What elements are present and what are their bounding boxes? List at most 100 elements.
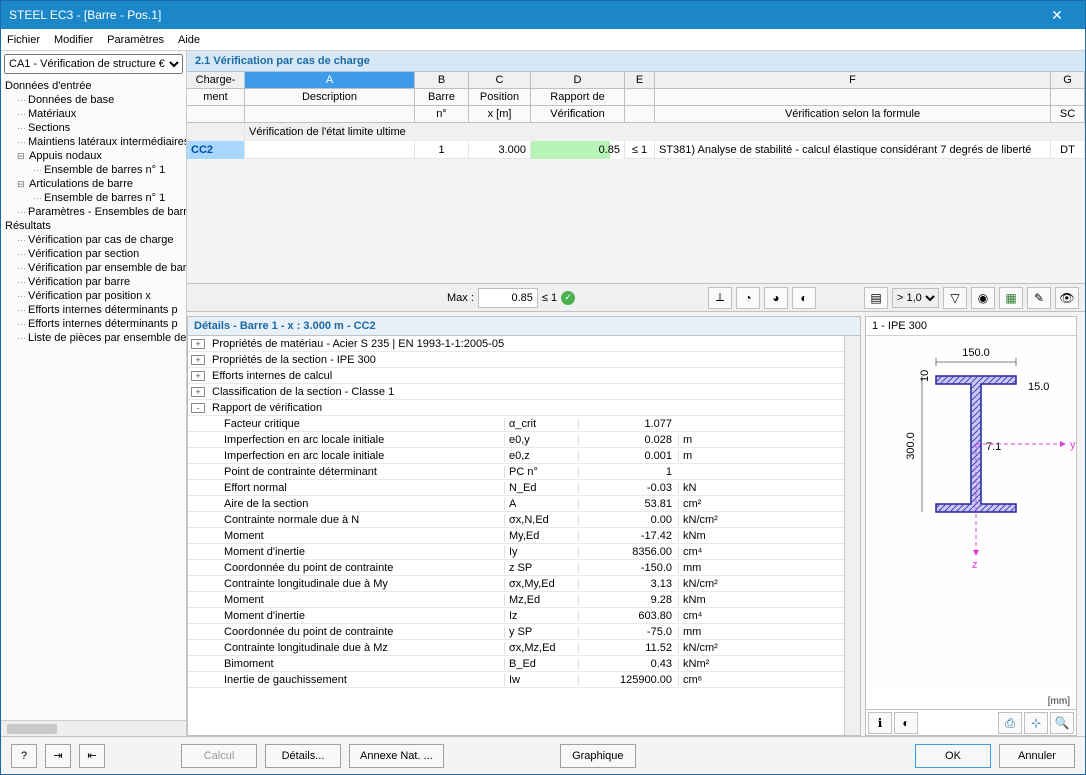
details-row[interactable]: Contrainte longitudinale due à Mzσx,Mz,E…: [188, 640, 844, 656]
details-row[interactable]: MomentMy,Ed-17.42kNm: [188, 528, 844, 544]
expand-icon[interactable]: +: [191, 387, 205, 397]
table-row[interactable]: CC2 1 3.000 0.85 ≤ 1 ST381) Analyse de s…: [187, 141, 1085, 159]
menu-modifier[interactable]: Modifier: [54, 34, 93, 46]
details-row[interactable]: Point de contrainte déterminantPC n°1: [188, 464, 844, 480]
details-body[interactable]: +Propriétés de matériau - Acier S 235 | …: [188, 336, 844, 735]
ok-button[interactable]: OK: [915, 744, 991, 768]
details-group[interactable]: -Rapport de vérification: [188, 400, 844, 416]
ratio-selector[interactable]: > 1,0: [892, 288, 939, 308]
tree-node[interactable]: Résultats: [5, 219, 182, 233]
details-row[interactable]: Contrainte normale due à Nσx,N,Ed0.00kN/…: [188, 512, 844, 528]
expand-icon[interactable]: +: [191, 371, 205, 381]
sidebar-scrollbar[interactable]: [1, 720, 186, 736]
io-out-icon[interactable]: ⇤: [79, 744, 105, 768]
details-row[interactable]: Moment d'inertieIy8356.00cm⁴: [188, 544, 844, 560]
axes-icon[interactable]: ⊹: [1024, 712, 1048, 734]
export-excel-icon[interactable]: ▦: [999, 287, 1023, 309]
tree-node[interactable]: Données de base: [5, 93, 182, 107]
graphique-button[interactable]: Graphique: [560, 744, 636, 768]
info-icon[interactable]: ℹ: [868, 712, 892, 734]
details-button[interactable]: Détails...: [265, 744, 341, 768]
details-group[interactable]: +Propriétés de matériau - Acier S 235 | …: [188, 336, 844, 352]
case-selector[interactable]: CA1 - Vérification de structure €: [4, 54, 183, 74]
details-row[interactable]: Imperfection en arc locale initialee0,z0…: [188, 448, 844, 464]
tree-node[interactable]: Efforts internes déterminants p: [5, 317, 182, 331]
col-b[interactable]: B: [415, 72, 469, 88]
menu-fichier[interactable]: Fichier: [7, 34, 40, 46]
tree-node[interactable]: Vérification par cas de charge: [5, 233, 182, 247]
col-d[interactable]: D: [531, 72, 625, 88]
col-chargement[interactable]: Charge-: [187, 72, 245, 88]
tree-node[interactable]: Ensemble de barres n° 1: [5, 163, 182, 177]
details-row[interactable]: Facteur critiqueα_crit1.077: [188, 416, 844, 432]
details-row[interactable]: Aire de la sectionA53.81cm²: [188, 496, 844, 512]
tool-icon-2[interactable]: ✎: [1027, 287, 1051, 309]
details-row[interactable]: BimomentB_Ed0.43kNm²: [188, 656, 844, 672]
help-icon[interactable]: ?: [11, 744, 37, 768]
check-ok-icon: ✓: [561, 291, 575, 305]
details-group[interactable]: +Efforts internes de calcul: [188, 368, 844, 384]
svg-text:300.0: 300.0: [905, 432, 917, 460]
calcul-button[interactable]: Calcul: [181, 744, 257, 768]
preview-title: 1 - IPE 300: [866, 317, 1076, 336]
tree-node[interactable]: Paramètres - Ensembles de barres: [5, 205, 182, 219]
tree-node[interactable]: Données d'entrée: [5, 79, 182, 93]
io-in-icon[interactable]: ⇥: [45, 744, 71, 768]
tree-node[interactable]: Efforts internes déterminants p: [5, 303, 182, 317]
filter-icon-1[interactable]: ⟂: [708, 287, 732, 309]
filter-icon-4[interactable]: ◐: [792, 287, 816, 309]
details-row[interactable]: Effort normalN_Ed-0.03kN: [188, 480, 844, 496]
tree-node[interactable]: Liste de pièces par ensemble de: [5, 331, 182, 345]
filter-icon-2[interactable]: ◔: [736, 287, 760, 309]
details-row[interactable]: Inertie de gauchissementIw125900.00cm⁶: [188, 672, 844, 688]
details-group[interactable]: +Propriétés de la section - IPE 300: [188, 352, 844, 368]
tool-icon-1[interactable]: ◉: [971, 287, 995, 309]
details-group[interactable]: +Classification de la section - Classe 1: [188, 384, 844, 400]
details-row[interactable]: Coordonnée du point de contraintez SP-15…: [188, 560, 844, 576]
blob-icon[interactable]: ◐: [894, 712, 918, 734]
tree-node[interactable]: Maintiens latéraux intermédiaires: [5, 135, 182, 149]
filter-funnel-icon[interactable]: ▽: [943, 287, 967, 309]
tree-node[interactable]: Articulations de barre: [5, 177, 182, 191]
col-f[interactable]: F: [655, 72, 1051, 88]
close-icon[interactable]: ✕: [1037, 7, 1077, 24]
details-row[interactable]: MomentMz,Ed9.28kNm: [188, 592, 844, 608]
section-preview: 1 - IPE 300 150.0: [865, 316, 1077, 736]
col-a[interactable]: A: [245, 72, 415, 88]
details-row[interactable]: Moment d'inertieIz603.80cm⁴: [188, 608, 844, 624]
menu-aide[interactable]: Aide: [178, 34, 200, 46]
expand-icon[interactable]: +: [191, 355, 205, 365]
preview-canvas[interactable]: 150.0 300.0 10 15.0 7.1: [866, 336, 1076, 694]
filter-icon-3[interactable]: ◕: [764, 287, 788, 309]
search-zoom-icon[interactable]: 🔍: [1050, 712, 1074, 734]
nav-tree: Données d'entréeDonnées de baseMatériaux…: [1, 77, 186, 720]
tree-node[interactable]: Sections: [5, 121, 182, 135]
window-title: STEEL EC3 - [Barre - Pos.1]: [9, 8, 1037, 22]
details-panel: Détails - Barre 1 - x : 3.000 m - CC2 +P…: [187, 316, 861, 736]
annuler-button[interactable]: Annuler: [999, 744, 1075, 768]
print-icon[interactable]: ⎙: [998, 712, 1022, 734]
collapse-icon[interactable]: -: [191, 403, 205, 413]
col-sc[interactable]: G: [1051, 72, 1085, 88]
details-row[interactable]: Imperfection en arc locale initialee0,y0…: [188, 432, 844, 448]
tree-node[interactable]: Vérification par section: [5, 247, 182, 261]
menu-parametres[interactable]: Paramètres: [107, 34, 164, 46]
details-row[interactable]: Coordonnée du point de contraintey SP-75…: [188, 624, 844, 640]
expand-icon[interactable]: +: [191, 339, 205, 349]
tree-node[interactable]: Vérification par barre: [5, 275, 182, 289]
max-value-input[interactable]: [478, 288, 538, 308]
col-e[interactable]: E: [625, 72, 655, 88]
color-scale-icon[interactable]: ▤: [864, 287, 888, 309]
details-title: Détails - Barre 1 - x : 3.000 m - CC2: [188, 317, 860, 336]
tree-node[interactable]: Appuis nodaux: [5, 149, 182, 163]
tree-node[interactable]: Vérification par ensemble de barres: [5, 261, 182, 275]
annexe-button[interactable]: Annexe Nat. ...: [349, 744, 444, 768]
tree-node[interactable]: Ensemble de barres n° 1: [5, 191, 182, 205]
cell-cc[interactable]: CC2: [187, 141, 245, 159]
details-scrollbar[interactable]: [844, 336, 860, 735]
details-row[interactable]: Contrainte longitudinale due à Myσx,My,E…: [188, 576, 844, 592]
col-c[interactable]: C: [469, 72, 531, 88]
view-icon[interactable]: 👁: [1055, 287, 1079, 309]
tree-node[interactable]: Matériaux: [5, 107, 182, 121]
tree-node[interactable]: Vérification par position x: [5, 289, 182, 303]
